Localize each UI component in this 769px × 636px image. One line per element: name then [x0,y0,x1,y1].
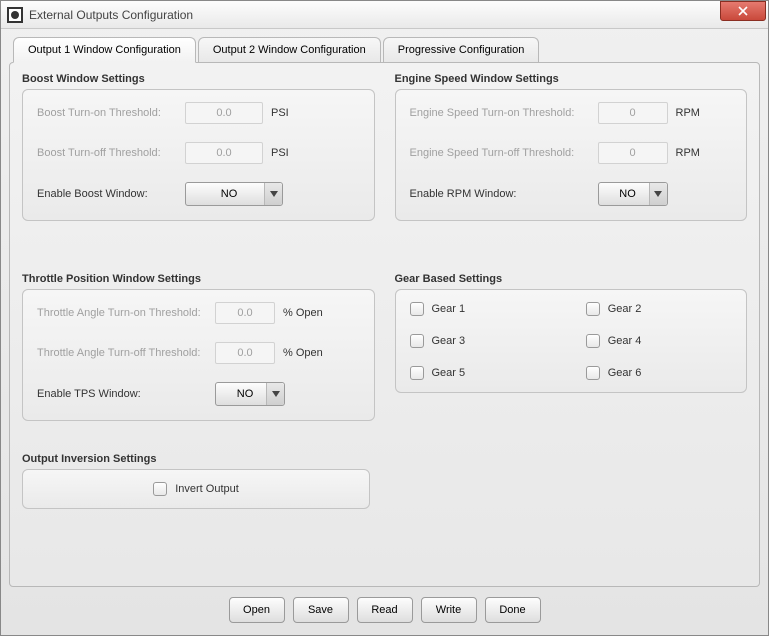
boost-turn-off-input [185,142,263,164]
tab-progressive[interactable]: Progressive Configuration [383,37,540,62]
checkbox-box [586,302,600,316]
boost-section: Boost Window Settings Boost Turn-on Thre… [22,73,375,221]
boost-turn-off-label: Boost Turn-off Threshold: [37,147,177,159]
tps-turn-on-label: Throttle Angle Turn-on Threshold: [37,307,207,319]
app-icon [7,7,23,23]
tab-output1[interactable]: Output 1 Window Configuration [13,37,196,63]
boost-enable-select[interactable]: NO [185,182,283,206]
boost-turn-on-input [185,102,263,124]
tab-strip: Output 1 Window Configuration Output 2 W… [9,37,760,62]
tps-turn-off-label: Throttle Angle Turn-off Threshold: [37,347,207,359]
gear-fieldset: Gear 1 Gear 2 Gear 3 [395,289,748,393]
gear-6-checkbox[interactable]: Gear 6 [586,366,732,380]
gear-label: Gear 6 [608,367,642,379]
tps-section: Throttle Position Window Settings Thrott… [22,273,375,421]
engine-section: Engine Speed Window Settings Engine Spee… [395,73,748,221]
inversion-title: Output Inversion Settings [22,453,370,465]
gear-label: Gear 1 [432,303,466,315]
dialog-window: External Outputs Configuration Output 1 … [0,0,769,636]
boost-unit: PSI [271,107,315,119]
chevron-down-icon [266,383,284,405]
boost-fieldset: Boost Turn-on Threshold: PSI Boost Turn-… [22,89,375,221]
gear-section: Gear Based Settings Gear 1 Gear 2 [395,273,748,421]
engine-turn-on-input [598,102,668,124]
inversion-fieldset: Invert Output [22,469,370,509]
inversion-section: Output Inversion Settings Invert Output [22,453,370,509]
gear-5-checkbox[interactable]: Gear 5 [410,366,556,380]
engine-turn-off-input [598,142,668,164]
checkbox-box [153,482,167,496]
checkbox-box [586,334,600,348]
tab-output2[interactable]: Output 2 Window Configuration [198,37,381,62]
tps-turn-off-input [215,342,275,364]
tab-label: Output 1 Window Configuration [28,44,181,56]
chevron-down-icon [264,183,282,205]
chevron-down-icon [649,183,667,205]
gear-3-checkbox[interactable]: Gear 3 [410,334,556,348]
tab-label: Progressive Configuration [398,44,525,56]
gear-label: Gear 2 [608,303,642,315]
invert-output-checkbox[interactable]: Invert Output [153,482,239,496]
window-title: External Outputs Configuration [29,8,766,22]
boost-enable-label: Enable Boost Window: [37,188,177,200]
boost-turn-on-label: Boost Turn-on Threshold: [37,107,177,119]
tab-panel: Boost Window Settings Boost Turn-on Thre… [9,62,760,587]
checkbox-box [410,366,424,380]
checkbox-box [410,334,424,348]
tps-title: Throttle Position Window Settings [22,273,375,285]
gear-4-checkbox[interactable]: Gear 4 [586,334,732,348]
write-button[interactable]: Write [421,597,477,623]
done-button[interactable]: Done [485,597,541,623]
tps-fieldset: Throttle Angle Turn-on Threshold: % Open… [22,289,375,421]
checkbox-box [586,366,600,380]
engine-enable-select[interactable]: NO [598,182,668,206]
checkbox-box [410,302,424,316]
engine-title: Engine Speed Window Settings [395,73,748,85]
open-button[interactable]: Open [229,597,285,623]
tps-unit: % Open [283,307,335,319]
close-button[interactable] [720,1,766,21]
boost-unit: PSI [271,147,315,159]
engine-enable-label: Enable RPM Window: [410,188,590,200]
engine-unit: RPM [676,147,720,159]
gear-2-checkbox[interactable]: Gear 2 [586,302,732,316]
gear-label: Gear 5 [432,367,466,379]
close-icon [738,6,748,16]
titlebar: External Outputs Configuration [1,1,768,29]
gear-label: Gear 4 [608,335,642,347]
tps-unit: % Open [283,347,335,359]
tps-enable-select[interactable]: NO [215,382,285,406]
tps-enable-label: Enable TPS Window: [37,388,207,400]
gear-title: Gear Based Settings [395,273,748,285]
content-area: Output 1 Window Configuration Output 2 W… [1,29,768,635]
button-bar: Open Save Read Write Done [9,587,760,627]
boost-title: Boost Window Settings [22,73,375,85]
engine-turn-on-label: Engine Speed Turn-on Threshold: [410,107,590,119]
engine-turn-off-label: Engine Speed Turn-off Threshold: [410,147,590,159]
tab-label: Output 2 Window Configuration [213,44,366,56]
engine-fieldset: Engine Speed Turn-on Threshold: RPM Engi… [395,89,748,221]
invert-label: Invert Output [175,483,239,495]
tps-turn-on-input [215,302,275,324]
gear-label: Gear 3 [432,335,466,347]
read-button[interactable]: Read [357,597,413,623]
gear-1-checkbox[interactable]: Gear 1 [410,302,556,316]
save-button[interactable]: Save [293,597,349,623]
engine-unit: RPM [676,107,720,119]
